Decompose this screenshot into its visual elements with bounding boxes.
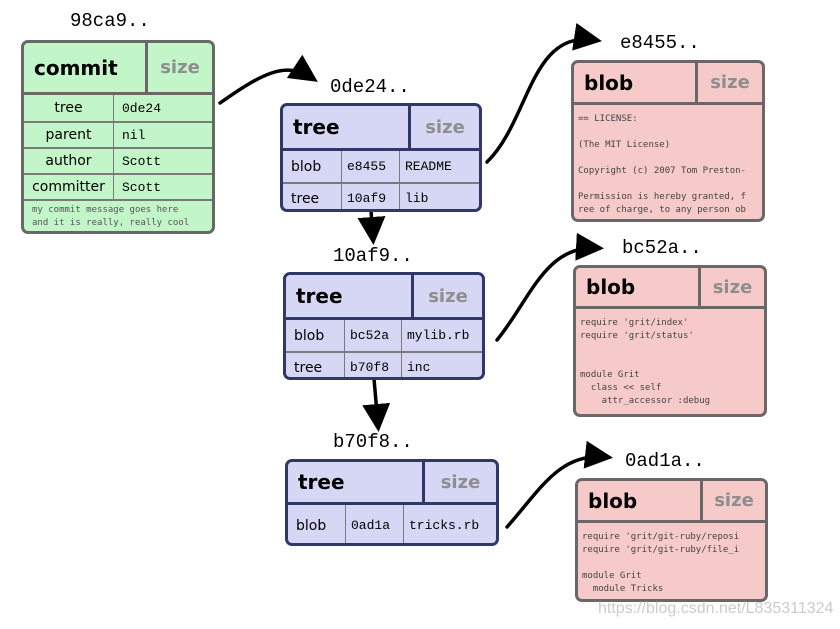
commit-hash: 98ca9..: [70, 10, 150, 32]
object-type: blob: [576, 268, 701, 306]
tree-entry-row: blob e8455 README: [283, 151, 479, 182]
object-header: tree size: [286, 275, 482, 320]
object-type: blob: [578, 481, 703, 520]
entry-sha: e8455: [341, 151, 399, 182]
tree-hash: 10af9..: [333, 245, 413, 267]
entry-kind: tree: [294, 359, 323, 376]
object-size: size: [440, 471, 481, 493]
object-header: blob size: [574, 63, 762, 105]
blob-hash: e8455..: [620, 32, 700, 54]
object-size: size: [428, 285, 468, 307]
object-type: commit: [24, 43, 148, 92]
commit-field-row: committer Scott: [24, 173, 212, 199]
entry-name: README: [399, 151, 452, 182]
object-size: size: [714, 490, 754, 511]
tree-hash: 0de24..: [330, 76, 410, 98]
blob-object: blob size == LICENSE: (The MIT License) Co…: [571, 60, 765, 222]
commit-message: my commit message goes here and it is rea…: [24, 199, 212, 231]
object-size: size: [712, 276, 753, 298]
arrow-commit-to-tree: [218, 54, 318, 105]
entry-name: lib: [399, 184, 428, 209]
object-header: commit size: [24, 43, 212, 95]
entry-kind: tree: [291, 190, 320, 207]
tree-entry-row: tree 10af9 lib: [283, 182, 479, 209]
blob-content: require 'grit/index' require 'grit/statu…: [580, 318, 711, 406]
commit-field-row: tree 0de24: [24, 95, 212, 121]
entry-name: inc: [401, 353, 430, 377]
commit-field-row: parent nil: [24, 121, 212, 147]
tree-entry-row: blob 0ad1a tricks.rb: [288, 505, 496, 543]
commit-message-line: and it is really, really cool: [32, 218, 190, 228]
entry-sha: 0ad1a: [345, 505, 403, 543]
object-size: size: [160, 57, 200, 78]
entry-name: tricks.rb: [403, 505, 479, 543]
object-header: blob size: [576, 268, 764, 309]
field-value: Scott: [113, 149, 161, 173]
tree-entry-row: tree b70f8 inc: [286, 351, 482, 377]
blob-object: blob size require 'grit/index' require 'gr…: [573, 265, 767, 417]
blob-content: require 'grit/git-ruby/reposi require 'g…: [582, 532, 740, 594]
object-type: blob: [574, 63, 698, 102]
object-type: tree: [283, 106, 411, 148]
tree-object: tree size blob 0ad1a tricks.rb: [285, 459, 499, 546]
watermark: https://blog.csdn.net/L835311324: [598, 600, 834, 617]
commit-field-row: author Scott: [24, 147, 212, 173]
entry-name: mylib.rb: [401, 320, 469, 351]
entry-kind: blob: [291, 158, 322, 175]
blob-hash: 0ad1a..: [625, 450, 705, 472]
object-size: size: [425, 116, 465, 138]
tree-entry-row: blob bc52a mylib.rb: [286, 320, 482, 351]
object-header: blob size: [578, 481, 765, 523]
field-key: parent: [45, 127, 92, 143]
entry-kind: blob: [296, 517, 327, 534]
object-size: size: [710, 72, 750, 93]
blob-hash: bc52a..: [622, 237, 702, 259]
entry-sha: b70f8: [344, 353, 401, 377]
tree-hash: b70f8..: [333, 431, 413, 453]
field-value: Scott: [113, 175, 161, 199]
field-value: 0de24: [113, 95, 161, 121]
object-header: tree size: [283, 106, 479, 151]
commit-object: commit size tree 0de24 parent nil author Scott c…: [21, 40, 215, 234]
object-type: tree: [288, 462, 425, 502]
entry-sha: bc52a: [344, 320, 401, 351]
tree-object: tree size blob bc52a mylib.rb tree b70f8 inc: [283, 272, 485, 380]
field-key: tree: [54, 100, 83, 116]
tree-object: tree size blob e8455 README tree 10af9 lib: [280, 103, 482, 212]
blob-content: == LICENSE: (The MIT License) Copyright …: [578, 114, 746, 215]
object-type: tree: [286, 275, 414, 317]
entry-kind: blob: [294, 327, 325, 344]
commit-message-line: my commit message goes here: [32, 205, 179, 215]
field-key: committer: [32, 179, 105, 195]
field-key: author: [45, 153, 92, 169]
field-value: nil: [113, 123, 145, 147]
entry-sha: 10af9: [341, 184, 399, 209]
object-header: tree size: [288, 462, 496, 505]
blob-object: blob size require 'grit/git-ruby/reposi re…: [575, 478, 768, 602]
